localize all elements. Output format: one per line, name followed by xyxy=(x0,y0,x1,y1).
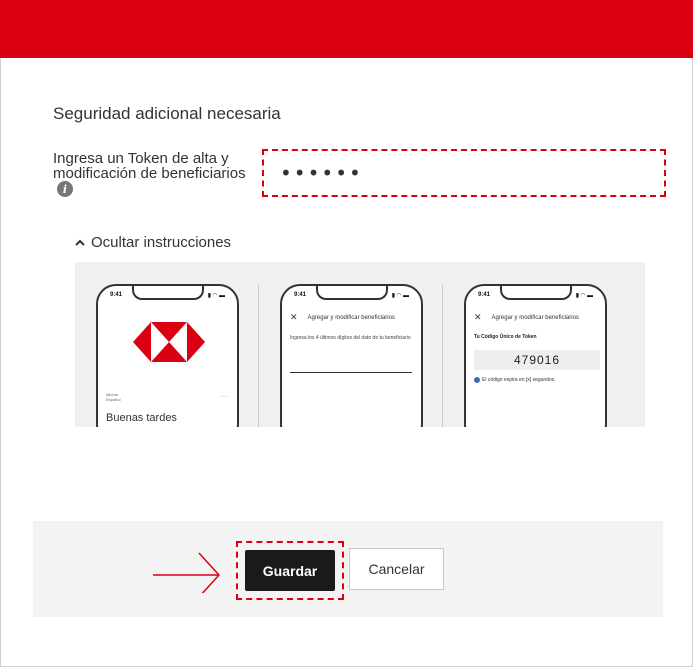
arrow-right-icon xyxy=(153,552,221,593)
input-underline xyxy=(290,372,412,373)
page-title: Seguridad adicional necesaria xyxy=(53,104,281,123)
language-selector: Idioma Español xyxy=(106,392,121,402)
hsbc-logo-icon xyxy=(133,322,205,362)
screen-title: ✕ Agregar y modificar beneficiarios xyxy=(290,312,395,322)
screen-title: ✕ Agregar y modificar beneficiarios xyxy=(474,312,579,322)
save-button[interactable]: Guardar xyxy=(245,550,335,591)
token-label-text: Ingresa un Token de alta y modificación … xyxy=(53,150,246,182)
close-icon: ✕ xyxy=(474,312,482,322)
info-icon[interactable]: i xyxy=(57,181,73,198)
token-code-label: Tu Código Único de Token xyxy=(474,334,537,340)
top-brand-bar xyxy=(0,0,693,58)
screen-instruction-text: Ingresa los 4 últimos dígitos del dato d… xyxy=(290,335,411,341)
toggle-label: Ocultar instrucciones xyxy=(91,234,232,251)
token-input-highlight xyxy=(262,149,666,197)
close-icon: ✕ xyxy=(290,312,298,322)
token-code: 479016 xyxy=(474,350,600,370)
greeting-text: Buenas tardes xyxy=(106,412,177,424)
instruction-step-3: 9:41 ▮ ◠ ▬ ✕ Agregar y modificar benefic… xyxy=(443,262,626,427)
phone-mockup: 9:41 ▮ ◠ ▬ ✕ Agregar y modificar benefic… xyxy=(464,284,607,427)
phone-mockup: 9:41 ▮ ◠ ▬ ✕ Agregar y modificar benefic… xyxy=(280,284,423,427)
instruction-step-1: 9:41 ▮ ◠ ▬ Idioma Español ··· Buenas tar… xyxy=(75,262,258,427)
chevron-up-icon xyxy=(75,239,85,246)
info-dot-icon xyxy=(474,377,480,383)
phone-time: 9:41 xyxy=(478,292,491,298)
more-icon: ··· xyxy=(221,394,227,400)
phone-time: 9:41 xyxy=(294,292,307,298)
save-button-highlight: Guardar xyxy=(236,541,344,600)
phone-time: 9:41 xyxy=(110,292,123,298)
instructions-panel: 9:41 ▮ ◠ ▬ Idioma Español ··· Buenas tar… xyxy=(75,262,645,427)
token-input[interactable] xyxy=(268,155,660,191)
instruction-step-2: 9:41 ▮ ◠ ▬ ✕ Agregar y modificar benefic… xyxy=(259,262,442,427)
action-footer: Guardar Cancelar xyxy=(33,521,663,617)
phone-status-icons: ▮ ◠ ▬ xyxy=(575,293,593,299)
hide-instructions-toggle[interactable]: Ocultar instrucciones xyxy=(75,234,231,251)
expiry-note: El código expira en [x] segundos. xyxy=(474,377,556,383)
phone-status-icons: ▮ ◠ ▬ xyxy=(207,293,225,299)
token-field-label: Ingresa un Token de alta y modificación … xyxy=(53,150,253,198)
cancel-button[interactable]: Cancelar xyxy=(349,548,444,590)
phone-mockup: 9:41 ▮ ◠ ▬ Idioma Español ··· Buenas tar… xyxy=(96,284,239,427)
phone-status-icons: ▮ ◠ ▬ xyxy=(391,293,409,299)
